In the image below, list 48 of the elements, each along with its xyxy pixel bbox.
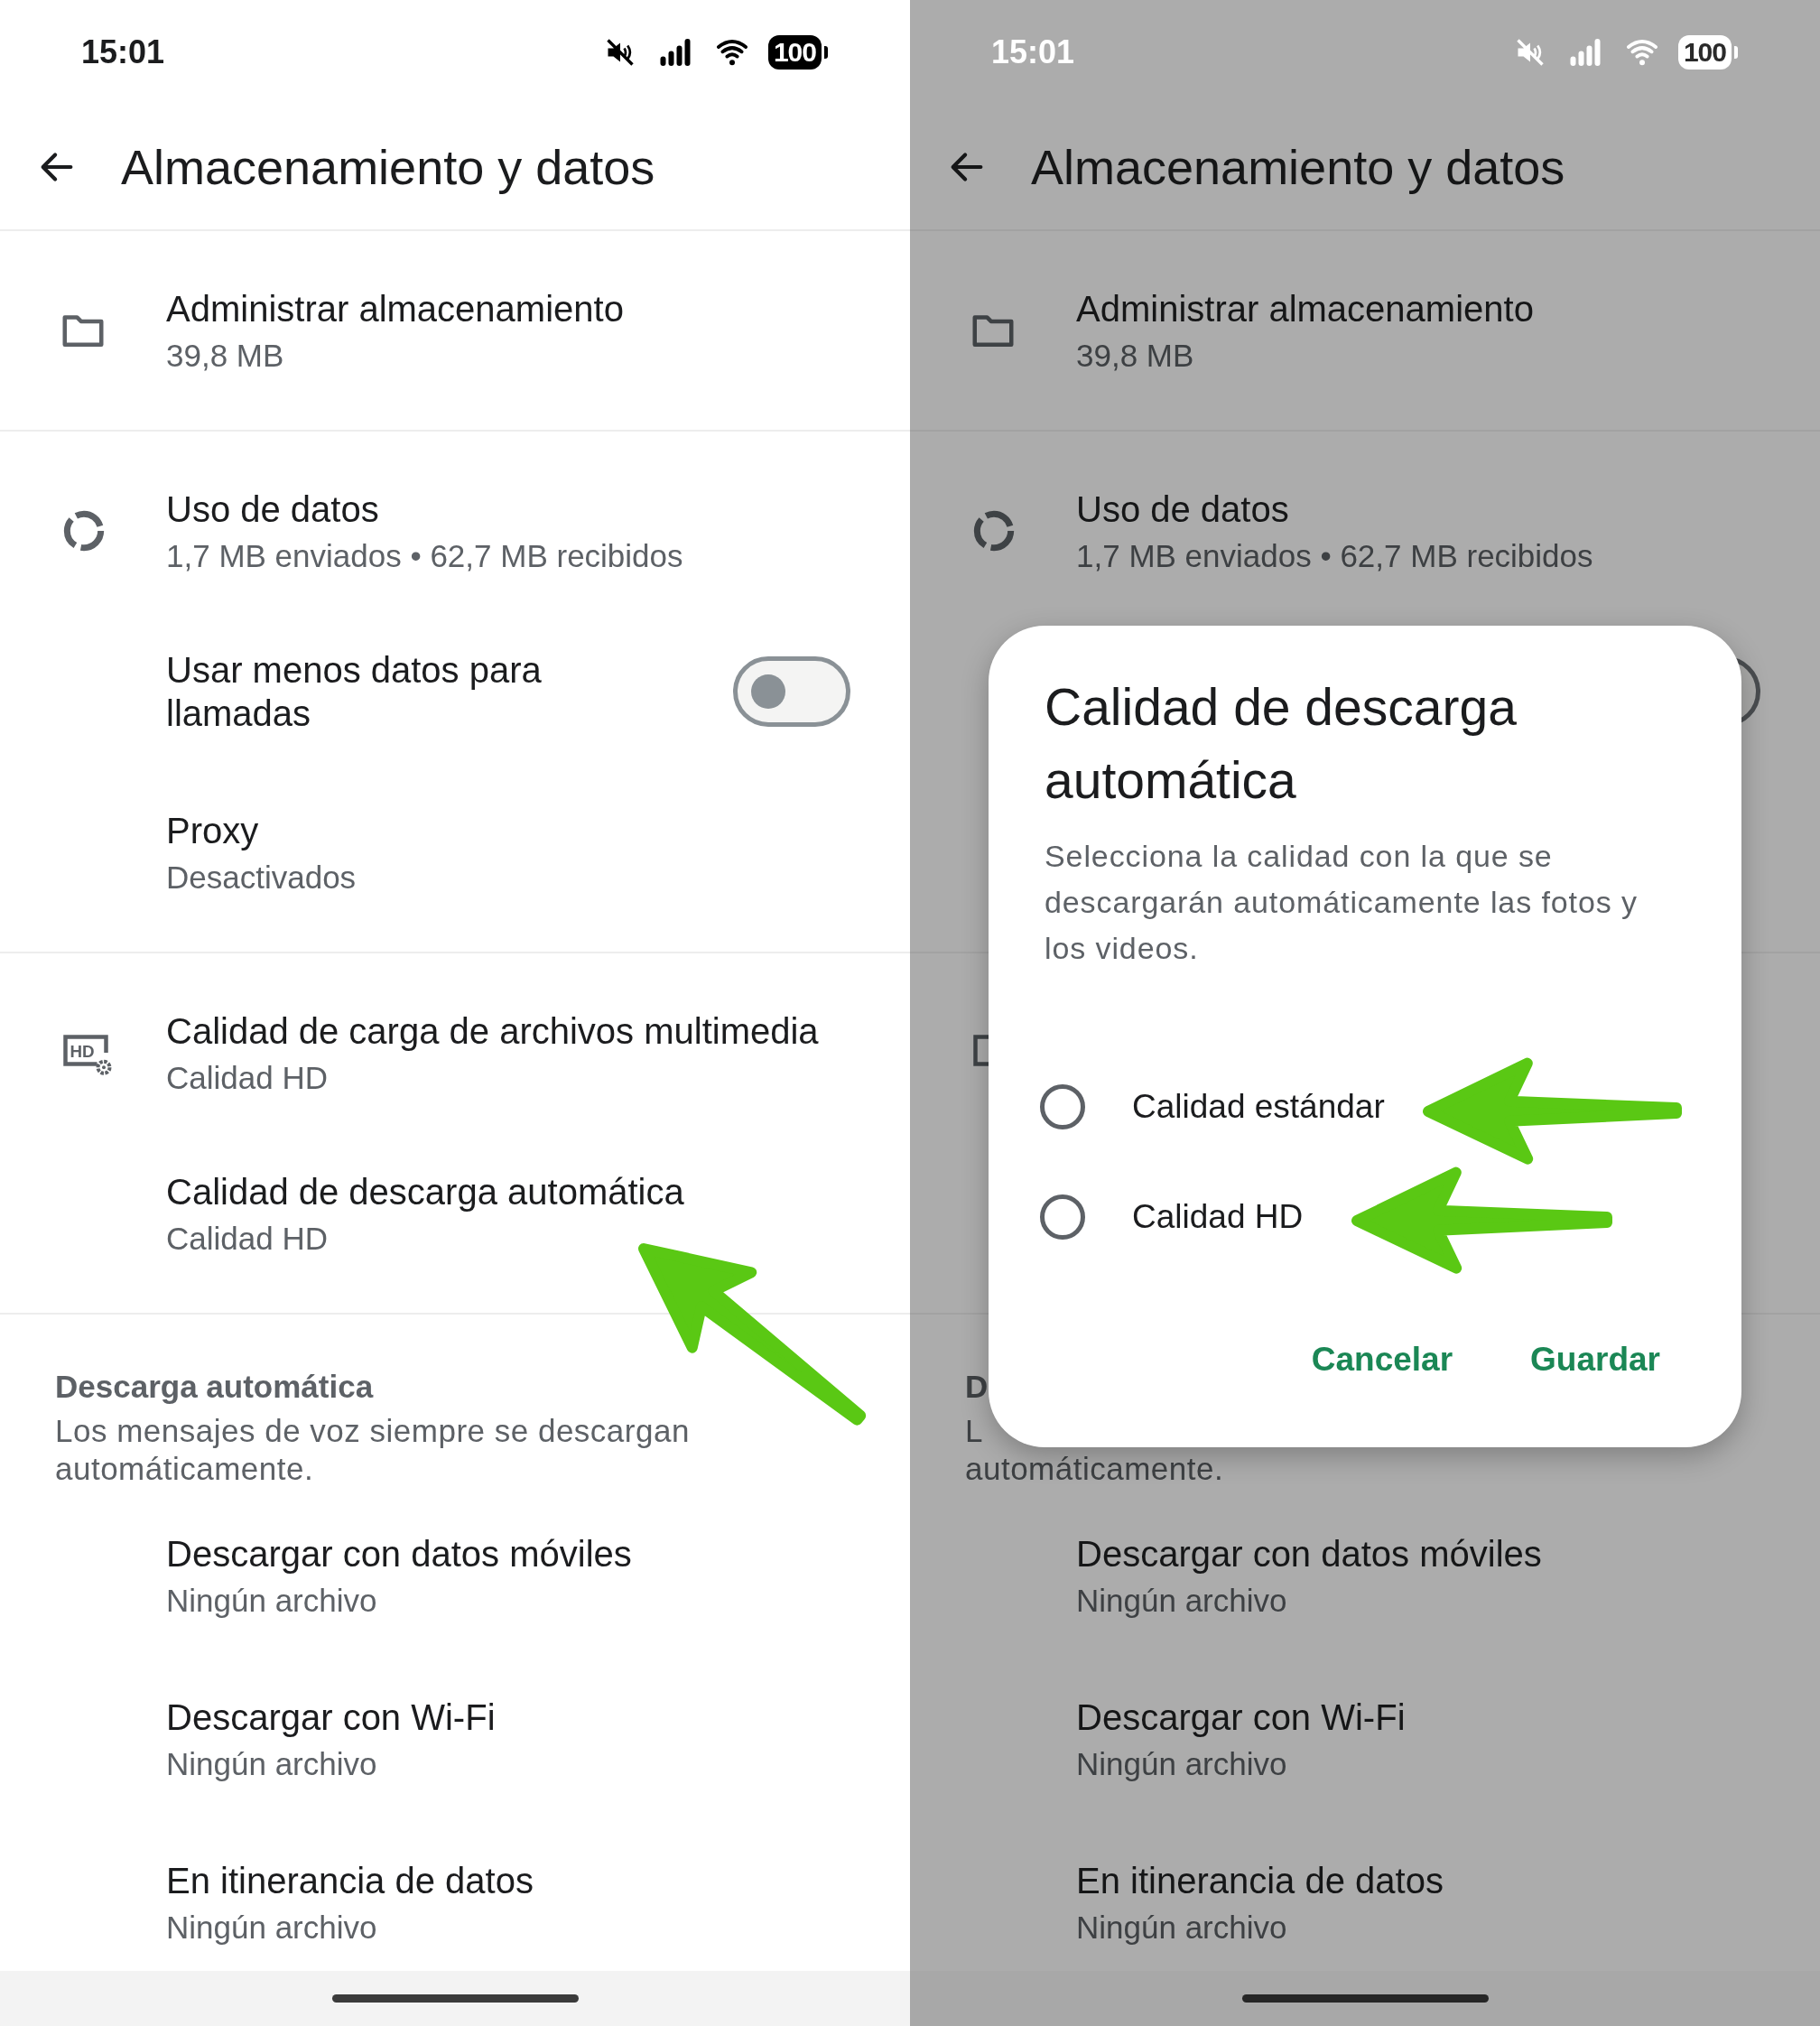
setting-title[interactable]: Descargar con datos móviles bbox=[1076, 1531, 1542, 1575]
battery-indicator: 100 bbox=[1677, 34, 1732, 70]
setting-title[interactable]: En itinerancia de datos bbox=[1076, 1858, 1444, 1902]
radio-button[interactable] bbox=[1040, 1084, 1085, 1129]
section-description: Los mensajes de voz siempre se descargan automáticamente. bbox=[54, 1412, 691, 1488]
dialog-title: Calidad de descarga automática bbox=[1045, 677, 1518, 811]
dialog-button[interactable]: Guardar bbox=[1514, 1328, 1676, 1391]
setting-value: 39,8 MB bbox=[166, 338, 284, 374]
section-description: L bbox=[965, 1412, 983, 1450]
setting-title[interactable]: Descargar con Wi-Fi bbox=[1076, 1695, 1406, 1739]
setting-value: 39,8 MB bbox=[1076, 338, 1194, 374]
setting-value: Ningún archivo bbox=[1076, 1582, 1287, 1619]
battery-indicator: 100 bbox=[767, 34, 822, 70]
section-header: Descarga automática bbox=[54, 1369, 375, 1405]
clock: 15:01 bbox=[81, 33, 165, 71]
screen-title: Almacenamiento y datos bbox=[121, 138, 655, 195]
setting-value: Desactivados bbox=[166, 860, 357, 896]
setting-value: 1,7 MB enviados • 62,7 MB recibidos bbox=[1076, 538, 1593, 574]
setting-value: Calidad HD bbox=[166, 1221, 328, 1257]
setting-title[interactable]: Uso de datos bbox=[1076, 488, 1289, 531]
radio-button[interactable] bbox=[1040, 1194, 1085, 1240]
setting-title[interactable]: Calidad de carga de archivos multimedia bbox=[166, 1009, 819, 1053]
setting-value: Ningún archivo bbox=[1076, 1909, 1287, 1946]
setting-value: Ningún archivo bbox=[166, 1745, 377, 1782]
home-handle[interactable] bbox=[1241, 1994, 1489, 2003]
screen-title: Almacenamiento y datos bbox=[1031, 138, 1565, 195]
home-handle[interactable] bbox=[331, 1994, 579, 2003]
setting-title[interactable]: Calidad de descarga automática bbox=[166, 1170, 684, 1213]
setting-value: Calidad HD bbox=[166, 1060, 328, 1096]
setting-title[interactable]: Administrar almacenamiento bbox=[1076, 287, 1534, 330]
setting-title[interactable]: Descargar con Wi-Fi bbox=[166, 1695, 496, 1739]
setting-value: Ningún archivo bbox=[166, 1582, 377, 1619]
setting-title[interactable]: Uso de datos bbox=[166, 488, 379, 531]
setting-title[interactable]: Descargar con datos móviles bbox=[166, 1531, 632, 1575]
dialog-button[interactable]: Cancelar bbox=[1295, 1328, 1470, 1391]
clock: 15:01 bbox=[991, 33, 1075, 71]
setting-value: Ningún archivo bbox=[1076, 1745, 1287, 1782]
section-header: D bbox=[964, 1369, 989, 1405]
option-label[interactable]: Calidad estándar bbox=[1132, 1088, 1385, 1126]
setting-title[interactable]: Administrar almacenamiento bbox=[166, 287, 624, 330]
setting-title[interactable]: Usar menos datos para llamadas bbox=[166, 648, 599, 735]
section-description: automáticamente. bbox=[965, 1450, 1224, 1488]
setting-title[interactable]: En itinerancia de datos bbox=[166, 1858, 534, 1902]
dialog-message: Selecciona la calidad con la que se descargarán automáticamente las fotos y los videos. bbox=[1045, 838, 1639, 967]
setting-title[interactable]: Proxy bbox=[166, 809, 259, 852]
setting-value: 1,7 MB enviados • 62,7 MB recibidos bbox=[166, 538, 683, 574]
option-label[interactable]: Calidad HD bbox=[1132, 1198, 1304, 1236]
setting-value: Ningún archivo bbox=[166, 1909, 377, 1946]
